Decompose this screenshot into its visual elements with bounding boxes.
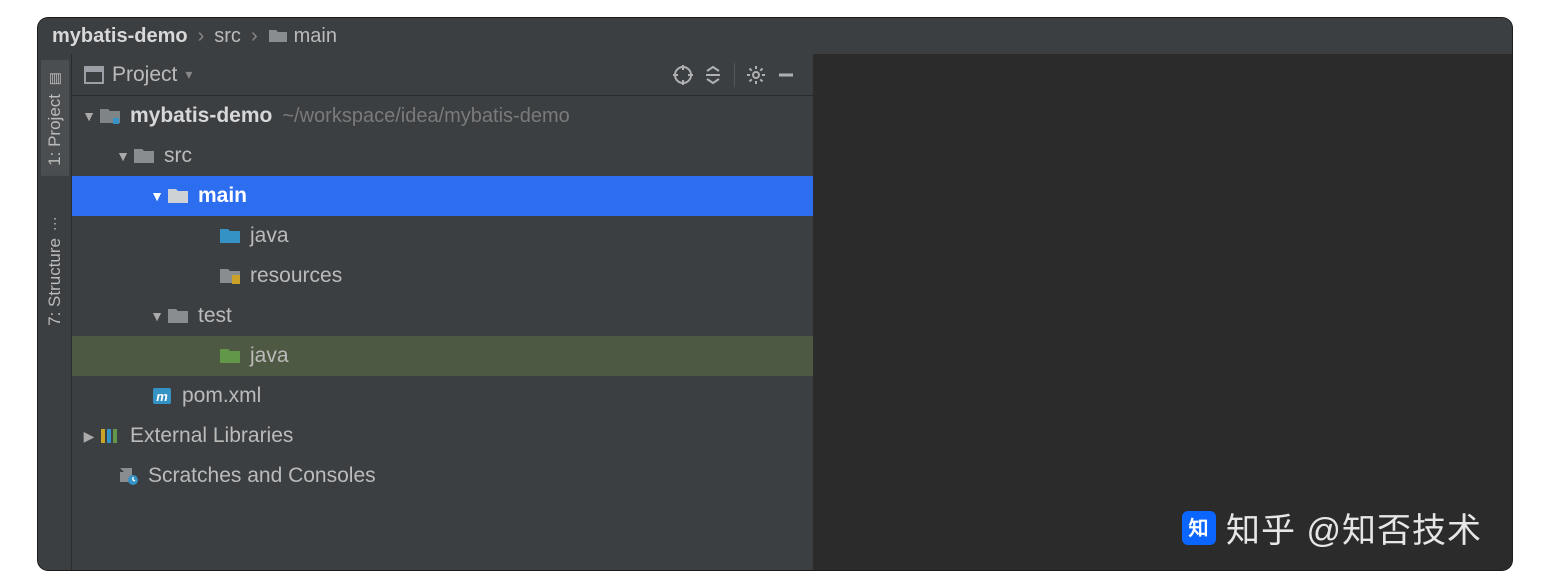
folder-icon: ▤ [47, 70, 63, 86]
tree-resources[interactable]: resources [72, 256, 813, 296]
tree-src[interactable]: ▼ src [72, 136, 813, 176]
project-tool-tab[interactable]: 1: Project ▤ [41, 60, 69, 176]
tree-item-label: test [198, 304, 232, 328]
resources-folder-icon [218, 266, 242, 286]
chevron-down-icon: ▼ [148, 308, 166, 324]
tree-external-libraries[interactable]: ▶ External Libraries [72, 416, 813, 456]
breadcrumb: mybatis-demo › src › main [38, 18, 1512, 54]
libraries-icon [98, 426, 122, 446]
hide-icon[interactable] [771, 60, 801, 90]
svg-text:m: m [156, 389, 168, 404]
tree-scratches[interactable]: Scratches and Consoles [72, 456, 813, 496]
tree-test-java[interactable]: java [72, 336, 813, 376]
chevron-down-icon[interactable]: ▾ [185, 66, 192, 83]
ide-window: mybatis-demo › src › main 1: Project ▤ 7… [38, 18, 1512, 570]
folder-icon [132, 146, 156, 166]
structure-tool-tab[interactable]: 7: Structure ⋮ [41, 206, 69, 336]
folder-icon [268, 28, 288, 44]
chevron-right-icon: › [198, 25, 205, 48]
structure-tool-label: 7: Structure [45, 238, 65, 326]
breadcrumb-main[interactable]: main [294, 25, 337, 48]
tree-root-path: ~/workspace/idea/mybatis-demo [282, 105, 569, 128]
target-icon[interactable] [668, 60, 698, 90]
breadcrumb-root[interactable]: mybatis-demo [52, 25, 188, 48]
chevron-down-icon: ▼ [114, 148, 132, 164]
tree-item-label: resources [250, 264, 342, 288]
project-icon [84, 66, 104, 84]
folder-icon [166, 306, 190, 326]
scratches-icon [116, 466, 140, 486]
collapse-all-icon[interactable] [698, 60, 728, 90]
structure-icon: ⋮ [48, 215, 62, 231]
tree-root-name: mybatis-demo [130, 104, 272, 128]
gear-icon[interactable] [741, 60, 771, 90]
source-folder-icon [218, 226, 242, 246]
tree-item-label: src [164, 144, 192, 168]
tree-item-label: java [250, 344, 289, 368]
separator [734, 63, 735, 87]
tool-gutter: 1: Project ▤ 7: Structure ⋮ [38, 54, 72, 570]
chevron-down-icon: ▼ [80, 108, 98, 124]
project-panel: Project ▾ ▼ [72, 54, 814, 570]
tree-main[interactable]: ▼ main [72, 176, 813, 216]
test-folder-icon [218, 346, 242, 366]
editor-area [814, 54, 1512, 570]
chevron-right-icon: ▶ [80, 428, 98, 445]
tree-root[interactable]: ▼ mybatis-demo ~/workspace/idea/mybatis-… [72, 96, 813, 136]
tree-pom[interactable]: m pom.xml [72, 376, 813, 416]
chevron-right-icon: › [251, 25, 258, 48]
tree-item-label: main [198, 184, 247, 208]
tree-item-label: External Libraries [130, 424, 293, 448]
module-folder-icon [98, 106, 122, 126]
project-panel-header: Project ▾ [72, 54, 813, 96]
tree-main-java[interactable]: java [72, 216, 813, 256]
project-tool-label: 1: Project [45, 94, 65, 166]
maven-file-icon: m [150, 386, 174, 406]
chevron-down-icon: ▼ [148, 188, 166, 204]
breadcrumb-src[interactable]: src [214, 25, 241, 48]
tree-item-label: java [250, 224, 289, 248]
project-panel-title[interactable]: Project [112, 63, 177, 87]
folder-icon [166, 186, 190, 206]
tree-test[interactable]: ▼ test [72, 296, 813, 336]
ide-body: 1: Project ▤ 7: Structure ⋮ Project ▾ [38, 54, 1512, 570]
tree-item-label: pom.xml [182, 384, 261, 408]
project-tree: ▼ mybatis-demo ~/workspace/idea/mybatis-… [72, 96, 813, 570]
tree-item-label: Scratches and Consoles [148, 464, 376, 488]
